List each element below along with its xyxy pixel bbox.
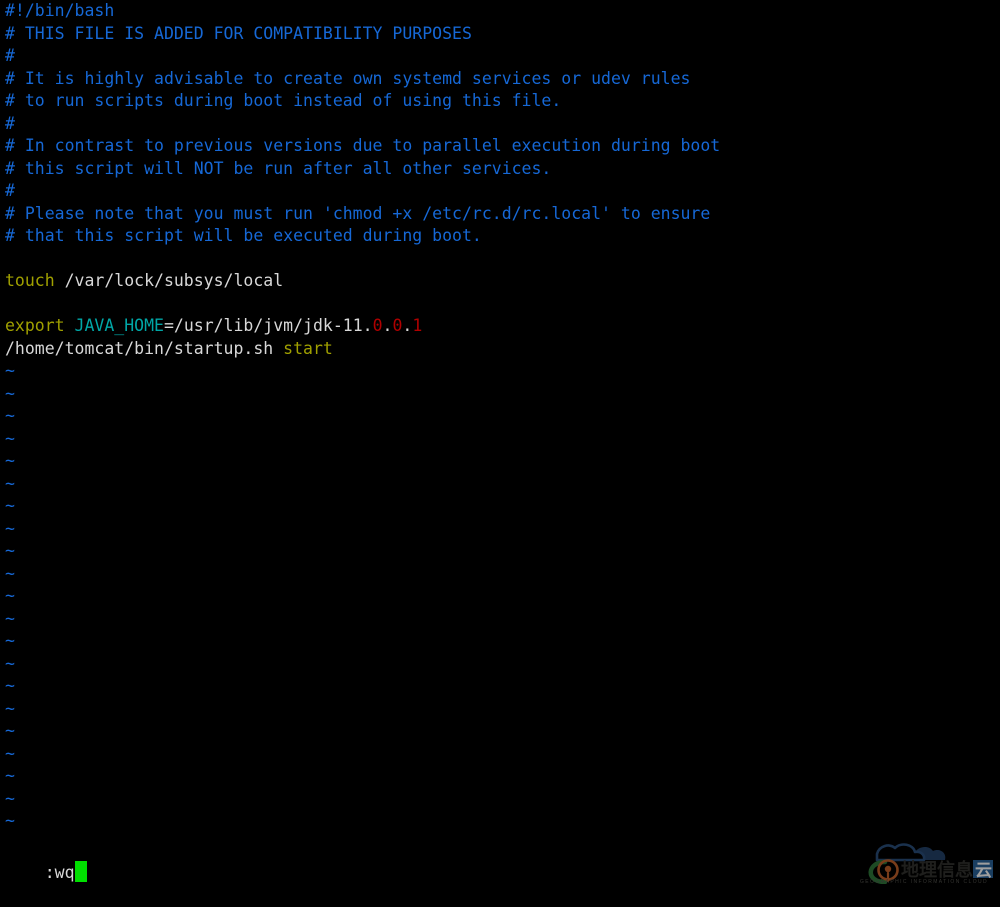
tilde-icon: ~ <box>5 788 15 808</box>
buffer-line[interactable]: # <box>0 45 1000 68</box>
code-token: /var/lock/subsys/local <box>54 271 284 290</box>
code-token: # THIS FILE IS ADDED FOR COMPATIBILITY P… <box>5 23 472 43</box>
buffer-line[interactable]: export JAVA_HOME=/usr/lib/jvm/jdk-11.0.0… <box>0 315 1000 338</box>
code-token: JAVA_HOME <box>74 316 164 335</box>
buffer-line[interactable] <box>0 248 1000 271</box>
tilde-icon: ~ <box>5 406 15 425</box>
code-token: # <box>5 46 15 65</box>
empty-line-marker: ~ <box>0 405 1000 428</box>
tilde-icon: ~ <box>5 473 15 493</box>
tilde-icon: ~ <box>5 451 15 470</box>
empty-line-marker: ~ <box>0 788 1000 811</box>
buffer-line[interactable]: touch /var/lock/subsys/local <box>0 270 1000 293</box>
text-cursor <box>74 860 87 882</box>
empty-line-marker: ~ <box>0 810 1000 833</box>
tilde-icon: ~ <box>5 653 15 673</box>
code-token: # <box>5 181 15 200</box>
tilde-icon: ~ <box>5 361 15 380</box>
empty-line-marker: ~ <box>0 720 1000 743</box>
vim-command-line[interactable]: :wq <box>0 838 1000 882</box>
code-token: . <box>402 316 413 335</box>
tilde-icon: ~ <box>5 496 15 515</box>
empty-line-marker: ~ <box>0 540 1000 563</box>
empty-line-marker: ~ <box>0 743 1000 766</box>
tilde-icon: ~ <box>5 563 15 583</box>
vim-terminal-window: #!/bin/bash # THIS FILE IS ADDED FOR COMP… <box>0 0 1000 887</box>
buffer-line[interactable]: /home/tomcat/bin/startup.sh start <box>0 338 1000 361</box>
empty-line-marker: ~ <box>0 518 1000 541</box>
code-token: =/usr/lib/jvm/jdk-11. <box>163 316 373 335</box>
empty-line-marker: ~ <box>0 765 1000 788</box>
buffer-line[interactable]: # this script will NOT be run after all … <box>0 158 1000 181</box>
tilde-icon: ~ <box>5 721 15 740</box>
tilde-icon: ~ <box>5 383 15 403</box>
vim-text-buffer[interactable]: #!/bin/bash # THIS FILE IS ADDED FOR COMP… <box>0 0 1000 833</box>
empty-line-marker: ~ <box>0 630 1000 653</box>
code-token: # that this script will be executed duri… <box>5 226 482 245</box>
location-pin-icon <box>877 859 899 883</box>
code-token: export <box>5 316 65 335</box>
buffer-line[interactable]: # THIS FILE IS ADDED FOR COMPATIBILITY P… <box>0 23 1000 46</box>
buffer-line[interactable]: # to run scripts during boot instead of … <box>0 90 1000 113</box>
buffer-line[interactable]: # In contrast to previous versions due t… <box>0 135 1000 158</box>
tilde-icon: ~ <box>5 631 15 650</box>
svg-text:云: 云 <box>975 861 992 881</box>
tilde-icon: ~ <box>5 518 15 538</box>
code-token: # this script will NOT be run after all … <box>5 158 552 178</box>
tilde-icon: ~ <box>5 766 15 785</box>
empty-line-marker: ~ <box>0 428 1000 451</box>
code-token: 0 <box>392 316 403 335</box>
buffer-line[interactable]: # It is highly advisable to create own s… <box>0 68 1000 91</box>
code-token: touch <box>5 271 55 290</box>
buffer-line[interactable]: # <box>0 180 1000 203</box>
buffer-line[interactable]: # <box>0 113 1000 136</box>
code-token: #!/bin/bash <box>5 1 115 20</box>
tilde-icon: ~ <box>5 608 15 628</box>
empty-line-marker: ~ <box>0 608 1000 631</box>
code-token: start <box>283 338 333 358</box>
buffer-line[interactable]: #!/bin/bash <box>0 0 1000 23</box>
empty-line-marker: ~ <box>0 360 1000 383</box>
code-token: 0 <box>372 316 383 335</box>
code-token: # to run scripts during boot instead of … <box>5 91 562 110</box>
tilde-icon: ~ <box>5 586 15 605</box>
empty-line-marker: ~ <box>0 563 1000 586</box>
tilde-icon: ~ <box>5 428 15 448</box>
watermark-subtitle: GEOGRAPHIC INFORMATION CLOUD <box>860 879 988 884</box>
vim-command-text: :wq <box>44 862 75 882</box>
empty-line-marker: ~ <box>0 495 1000 518</box>
code-token: # It is highly advisable to create own s… <box>5 68 691 88</box>
arc-icon <box>868 859 888 884</box>
empty-line-marker: ~ <box>0 675 1000 698</box>
buffer-line[interactable]: # Please note that you must run 'chmod +… <box>0 203 1000 226</box>
tilde-icon: ~ <box>5 541 15 560</box>
tilde-icon: ~ <box>5 698 15 718</box>
watermark-title: 地理信息 <box>901 859 973 881</box>
tilde-icon: ~ <box>5 743 15 763</box>
code-token: . <box>382 316 393 335</box>
empty-line-marker: ~ <box>0 383 1000 406</box>
tilde-icon: ~ <box>5 676 15 695</box>
code-token: /home/tomcat/bin/startup.sh <box>5 338 284 358</box>
buffer-line[interactable] <box>0 293 1000 316</box>
tilde-icon: ~ <box>5 811 15 830</box>
empty-line-marker: ~ <box>0 653 1000 676</box>
code-token: # In contrast to previous versions due t… <box>5 136 721 155</box>
empty-line-marker: ~ <box>0 450 1000 473</box>
empty-line-marker: ~ <box>0 698 1000 721</box>
code-token: 1 <box>412 316 423 335</box>
empty-line-marker: ~ <box>0 585 1000 608</box>
code-token: # Please note that you must run 'chmod +… <box>5 203 711 223</box>
code-token: # <box>5 113 15 133</box>
empty-line-marker: ~ <box>0 473 1000 496</box>
buffer-line[interactable]: # that this script will be executed duri… <box>0 225 1000 248</box>
